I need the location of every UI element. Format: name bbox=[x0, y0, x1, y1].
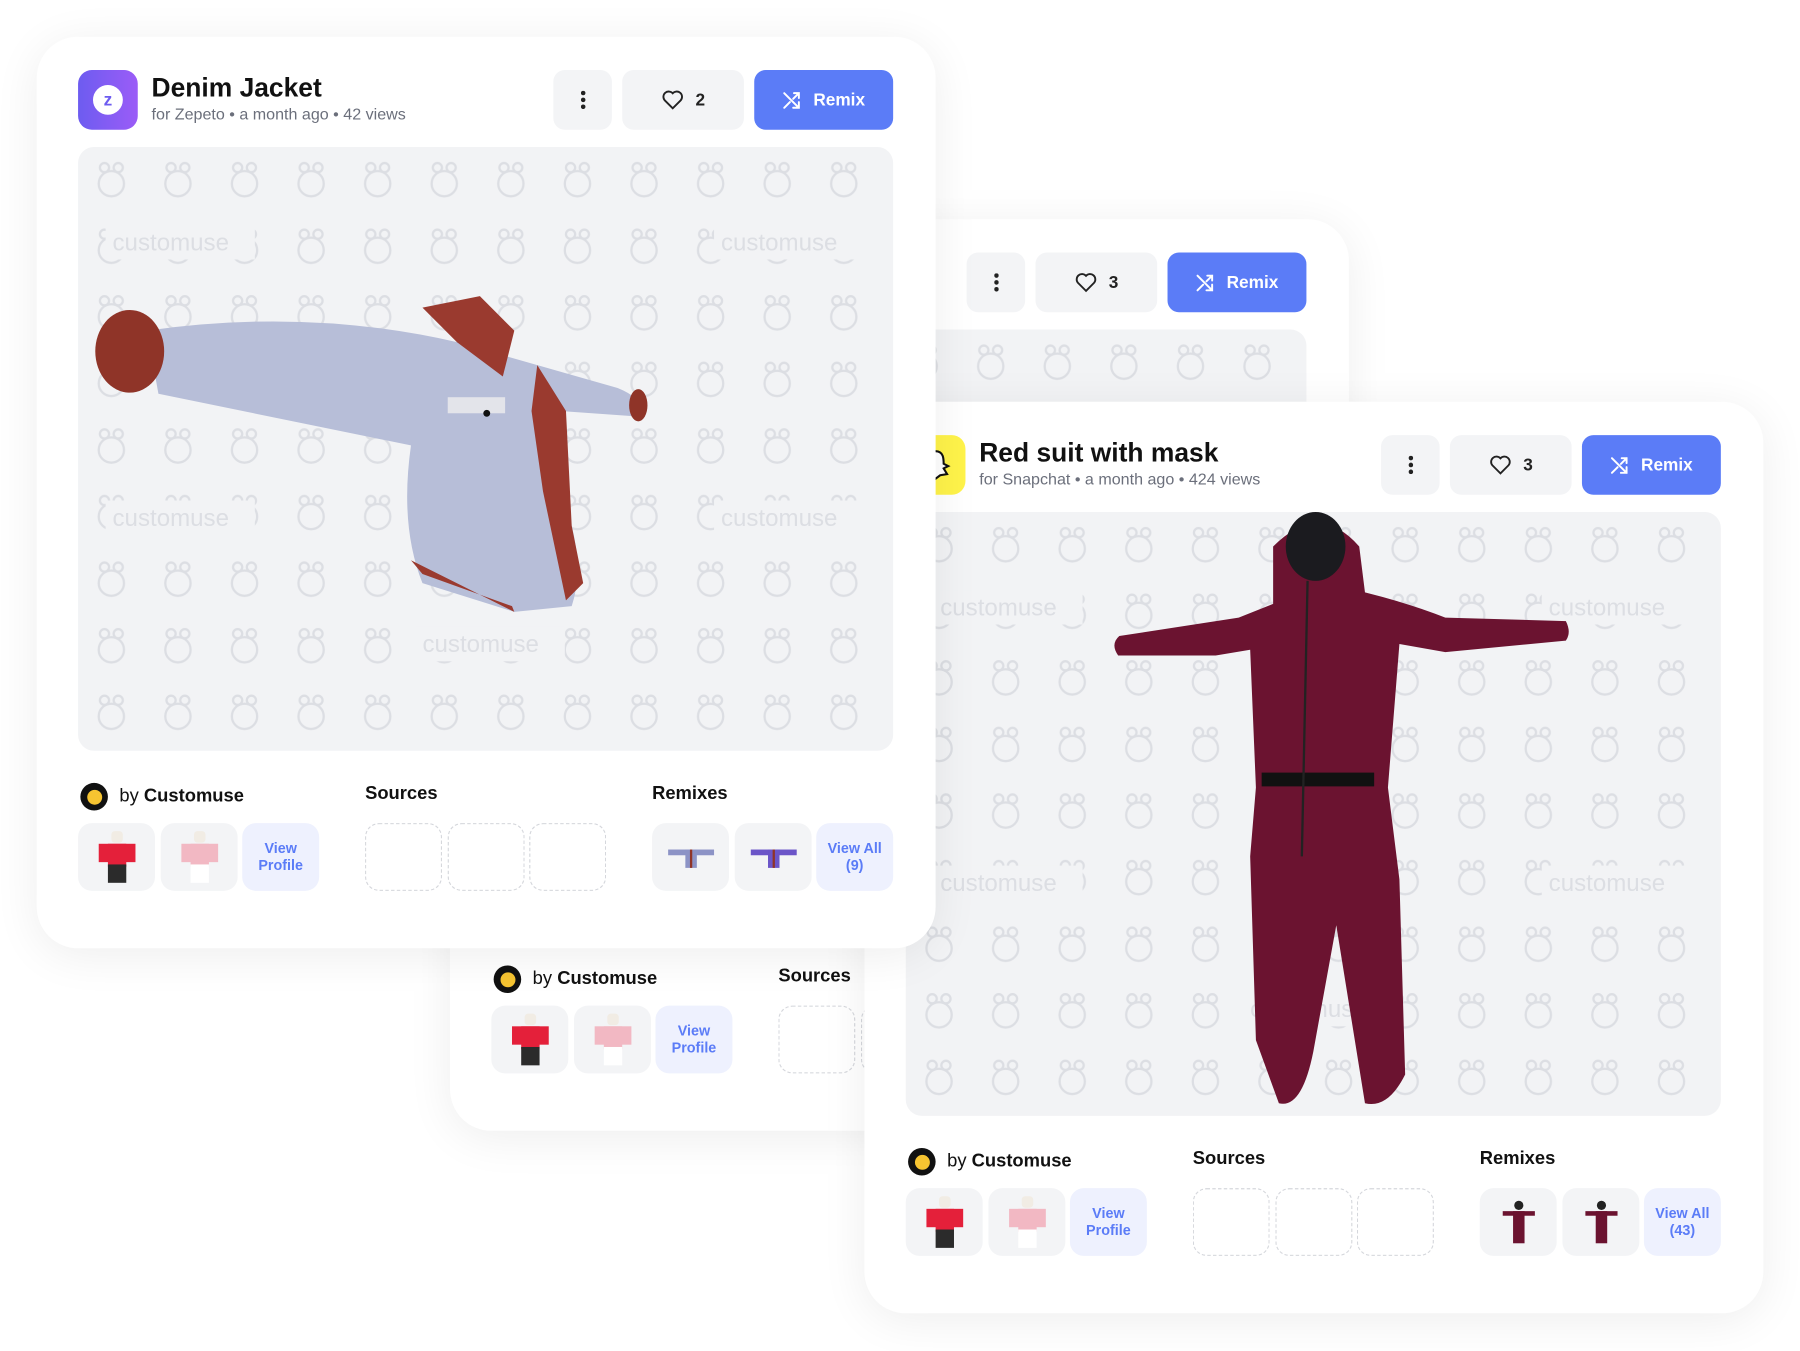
like-count: 2 bbox=[695, 90, 706, 110]
more-icon bbox=[993, 273, 999, 292]
remix-item[interactable] bbox=[734, 823, 812, 891]
remix-item[interactable] bbox=[1562, 1188, 1640, 1256]
remix-label: Remix bbox=[1226, 272, 1279, 293]
view-profile-line: View bbox=[677, 1022, 711, 1039]
creator-item[interactable] bbox=[160, 823, 238, 891]
pink-outfit-thumbnail bbox=[180, 830, 218, 883]
creator-link[interactable]: by Customuse bbox=[493, 965, 658, 994]
more-button[interactable] bbox=[966, 252, 1026, 313]
creator-link[interactable]: by Customuse bbox=[80, 782, 244, 811]
red-outfit-thumbnail bbox=[511, 1013, 549, 1065]
view-profile-line: View bbox=[1092, 1204, 1125, 1221]
heart-icon bbox=[662, 90, 683, 110]
model-preview[interactable]: customusecustomusecustomusecustomusecust… bbox=[905, 512, 1721, 1116]
by-prefix: by bbox=[119, 786, 139, 806]
remix-button[interactable]: Remix bbox=[754, 70, 894, 130]
pink-outfit-thumbnail bbox=[1008, 1195, 1046, 1248]
remix-label: Remix bbox=[1641, 455, 1693, 475]
creator-item[interactable] bbox=[491, 1005, 569, 1074]
heart-icon bbox=[1075, 273, 1097, 293]
like-button[interactable]: 2 bbox=[622, 70, 744, 130]
source-slot bbox=[529, 823, 607, 891]
remix-label: Remix bbox=[813, 90, 866, 110]
red-suit-remix-thumbnail bbox=[1502, 1200, 1535, 1243]
view-all-count: (9) bbox=[845, 856, 864, 874]
card-meta: for Snapchat • a month ago • 424 views bbox=[979, 469, 1261, 488]
creator-avatar bbox=[908, 1148, 936, 1176]
more-button[interactable] bbox=[1381, 435, 1440, 495]
more-button[interactable] bbox=[553, 70, 612, 130]
creator-item[interactable] bbox=[988, 1188, 1066, 1256]
red-suit-model bbox=[1114, 512, 1569, 1105]
shuffle-icon bbox=[1611, 456, 1629, 474]
source-slot bbox=[1275, 1188, 1353, 1256]
zepeto-icon: z bbox=[78, 70, 138, 130]
view-profile-button[interactable]: View Profile bbox=[655, 1005, 733, 1074]
by-prefix: by bbox=[947, 1151, 967, 1171]
view-all-remixes-button[interactable]: View All (43) bbox=[1643, 1188, 1721, 1256]
view-profile-line: View bbox=[264, 839, 297, 856]
like-count: 3 bbox=[1523, 455, 1533, 475]
stage: 3 Remix customusecustomusecustomusecustomu… bbox=[0, 0, 1800, 1351]
pink-outfit-thumbnail bbox=[594, 1013, 631, 1065]
red-outfit-thumbnail bbox=[98, 830, 135, 883]
like-button[interactable]: 3 bbox=[1035, 252, 1158, 313]
creator-avatar bbox=[493, 965, 522, 994]
more-icon bbox=[1408, 455, 1413, 475]
view-all-line: View All bbox=[827, 839, 882, 856]
creator-item[interactable] bbox=[905, 1188, 983, 1256]
remix-item[interactable] bbox=[1479, 1188, 1557, 1256]
remix-button[interactable]: Remix bbox=[1581, 435, 1721, 495]
like-button[interactable]: 3 bbox=[1449, 435, 1572, 495]
view-profile-line: Profile bbox=[1086, 1222, 1131, 1239]
source-slot bbox=[365, 823, 442, 891]
view-all-count: (43) bbox=[1669, 1222, 1696, 1239]
view-profile-button[interactable]: View Profile bbox=[1069, 1188, 1147, 1256]
shuffle-icon bbox=[783, 91, 801, 109]
card-title[interactable]: Denim Jacket bbox=[152, 72, 322, 103]
creator-item[interactable] bbox=[574, 1005, 651, 1074]
view-profile-line: Profile bbox=[258, 856, 304, 874]
remix-item[interactable] bbox=[652, 823, 729, 891]
card-denim-jacket: z Denim Jacket for Zepeto • a month ago • … bbox=[36, 36, 936, 949]
creator-name: Customuse bbox=[971, 1151, 1072, 1171]
creator-item[interactable] bbox=[78, 823, 155, 891]
sources-label: Sources bbox=[365, 784, 438, 804]
shuffle-icon bbox=[1197, 274, 1214, 291]
source-slot bbox=[447, 823, 525, 891]
remix-button[interactable]: Remix bbox=[1167, 252, 1307, 313]
remixes-label: Remixes bbox=[652, 784, 728, 804]
view-profile-button[interactable]: View Profile bbox=[242, 823, 320, 891]
sources-label: Sources bbox=[1192, 1149, 1266, 1169]
sources-label: Sources bbox=[778, 966, 851, 987]
creator-link[interactable]: by Customuse bbox=[908, 1148, 1072, 1176]
remixes-label: Remixes bbox=[1479, 1149, 1556, 1169]
by-prefix: by bbox=[532, 968, 553, 989]
card-red-suit: Red suit with mask for Snapchat • a month… bbox=[864, 401, 1764, 1314]
view-all-line: View All bbox=[1655, 1204, 1710, 1221]
creator-name: Customuse bbox=[143, 786, 244, 806]
red-outfit-thumbnail bbox=[925, 1195, 963, 1248]
denim-jacket-model bbox=[95, 296, 648, 612]
jacket-remix-thumbnail bbox=[667, 848, 714, 868]
more-icon bbox=[580, 90, 585, 110]
source-slot bbox=[1356, 1188, 1434, 1256]
heart-icon bbox=[1489, 455, 1511, 475]
creator-avatar bbox=[80, 782, 108, 811]
creator-name: Customuse bbox=[557, 968, 658, 989]
card-title[interactable]: Red suit with mask bbox=[979, 437, 1218, 468]
jacket-remix-thumbnail bbox=[750, 848, 797, 868]
source-slot bbox=[778, 1005, 856, 1074]
source-slot bbox=[1192, 1188, 1270, 1256]
model-preview[interactable]: customusecustomusecustomusecustomusecust… bbox=[78, 146, 894, 751]
view-all-remixes-button[interactable]: View All (9) bbox=[816, 823, 894, 891]
card-meta: for Zepeto • a month ago • 42 views bbox=[151, 104, 406, 123]
like-count: 3 bbox=[1108, 272, 1119, 293]
red-suit-remix-thumbnail bbox=[1584, 1200, 1617, 1243]
view-profile-line: Profile bbox=[671, 1039, 717, 1056]
